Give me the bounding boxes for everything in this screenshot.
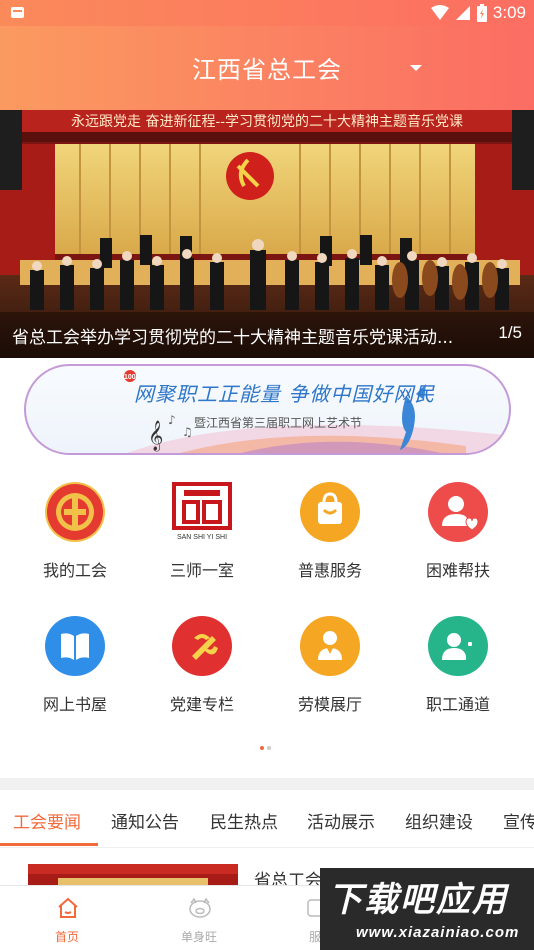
tab-livelihood[interactable]: 民生热点 <box>210 808 278 833</box>
svg-text:SAN SHI YI SHI: SAN SHI YI SHI <box>177 534 227 541</box>
grid-label: 劳模展厅 <box>297 695 362 714</box>
grid-label: 党建专栏 <box>169 695 234 714</box>
tab-indicator <box>0 843 98 846</box>
banner-caption-bar: 省总工会举办学习贯彻党的二十大精神主题音乐党课活动... 1/5 <box>0 312 534 358</box>
grid-item-my-union[interactable]: 我的工会 <box>15 482 135 581</box>
chevron-down-icon[interactable] <box>410 65 422 71</box>
grid-label: 普惠服务 <box>297 561 362 580</box>
tab-activities[interactable]: 活动展示 <box>307 808 375 833</box>
grid-item-online-library[interactable]: 网上书屋 <box>15 616 135 715</box>
nav-home-label: 首页 <box>54 930 79 944</box>
grid-item-party-building[interactable]: 党建专栏 <box>142 616 262 715</box>
banner-slogan: 永远跟党走 奋进新征程--学习贯彻党的二十大精神主题音乐党课 <box>71 113 463 130</box>
shopping-bag-icon <box>300 482 360 542</box>
grid-item-sanshi-yishi[interactable]: SAN SHI YI SHI 三师一室 <box>142 482 262 581</box>
book-icon <box>45 616 105 676</box>
grid-label: 困难帮扶 <box>425 561 490 580</box>
grid-item-worker-channel[interactable]: 职工通道 <box>398 616 518 715</box>
watermark-logo: 下载吧应用 www.xiazainiao.com <box>320 868 534 950</box>
pig-face-icon <box>189 897 211 918</box>
section-divider <box>0 778 534 790</box>
wifi-icon <box>430 5 449 20</box>
nav-single-label: 单身旺 <box>180 930 217 944</box>
page-dot[interactable] <box>267 746 271 750</box>
home-icon <box>58 897 78 918</box>
svg-text:♪: ♪ <box>168 413 176 427</box>
signal-icon <box>455 6 470 20</box>
tab-union-news[interactable]: 工会要闻 <box>13 808 81 833</box>
watermark-text: 下载吧应用 <box>328 880 508 920</box>
grid-label: 我的工会 <box>42 561 107 580</box>
function-grid: 我的工会 SAN SHI YI SHI 三师一室 普惠服务 困难帮扶 网上书屋 … <box>0 470 534 760</box>
nav-home[interactable]: 首页 <box>12 886 122 950</box>
battery-icon <box>476 4 487 22</box>
region-selector[interactable]: 江西省总工会 <box>0 50 534 85</box>
grid-label: 职工通道 <box>425 695 490 714</box>
app-header: 江西省总工会 <box>0 26 534 110</box>
page-dot-active[interactable] <box>260 746 264 750</box>
svg-text:♫: ♫ <box>182 425 193 439</box>
watermark-url: www.xiazainiao.com <box>356 924 520 941</box>
promo-slogan: 网聚职工正能量 争做中国好网民 <box>134 382 436 406</box>
sanshiyishi-logo-icon: SAN SHI YI SHI <box>172 482 232 542</box>
banner-counter: 1/5 <box>498 323 522 342</box>
tab-organization[interactable]: 组织建设 <box>405 808 473 833</box>
promo-subtitle: 暨江西省第三届职工网上艺术节 <box>194 416 363 430</box>
banner-carousel[interactable]: 永远跟党走 奋进新征程--学习贯彻党的二十大精神主题音乐党课 省总工会举办学习贯… <box>0 110 534 358</box>
grid-item-puhui-service[interactable]: 普惠服务 <box>270 482 390 581</box>
party-emblem-icon <box>172 616 232 676</box>
model-worker-icon <box>300 616 360 676</box>
grid-item-model-worker-hall[interactable]: 劳模展厅 <box>270 616 390 715</box>
clock: 3:09 <box>492 3 526 22</box>
notification-icon <box>11 7 24 18</box>
status-bar: 3:09 <box>0 0 534 26</box>
grid-label: 三师一室 <box>169 561 234 580</box>
union-emblem-icon <box>45 482 105 542</box>
grid-page-indicator <box>260 746 271 750</box>
grid-label: 网上书屋 <box>42 695 107 714</box>
svg-text:𝄞: 𝄞 <box>148 420 163 452</box>
banner-caption[interactable]: 省总工会举办学习贯彻党的二十大精神主题音乐党课活动... <box>12 323 472 348</box>
tab-notices[interactable]: 通知公告 <box>111 808 179 833</box>
worker-channel-icon <box>428 616 488 676</box>
nav-single[interactable]: 单身旺 <box>144 886 254 950</box>
tab-publicity[interactable]: 宣传 <box>503 808 534 833</box>
helping-person-icon <box>428 482 488 542</box>
news-tabs: 工会要闻 通知公告 民生热点 活动展示 组织建设 宣传 <box>0 790 534 848</box>
grid-item-hardship-aid[interactable]: 困难帮扶 <box>398 482 518 581</box>
promo-banner[interactable]: 𝄞 ♪ ♫ 100 网聚职工正能量 争做中国好网民 暨江西省第三届职工网上艺术节 <box>24 364 511 455</box>
